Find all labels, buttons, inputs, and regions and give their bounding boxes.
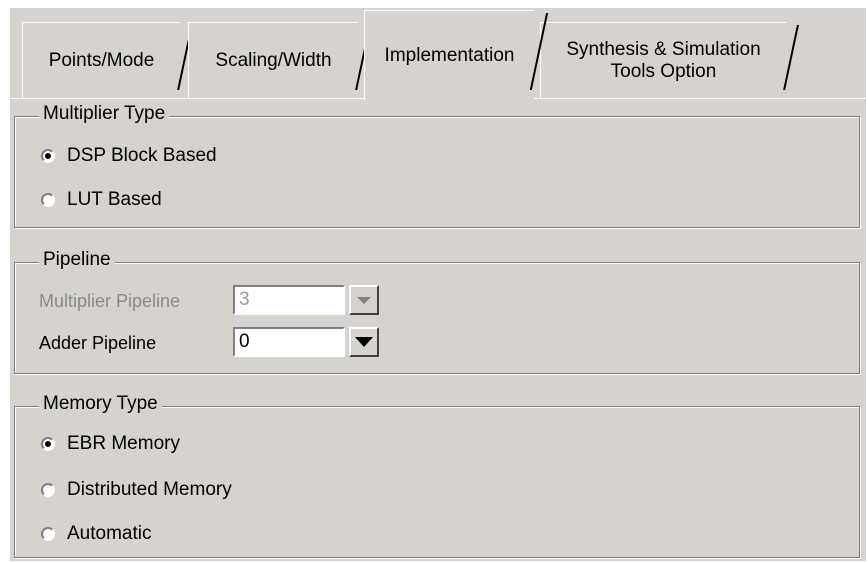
radio-button[interactable] [41, 437, 55, 451]
chevron-down-icon [355, 337, 373, 347]
memory-type-group: Memory Type EBR Memory Distributed Memor… [14, 393, 860, 558]
tab-label: Synthesis & Simulation Tools Option [566, 39, 761, 82]
radio-ebr-memory[interactable]: EBR Memory [41, 433, 180, 455]
radio-label: EBR Memory [67, 433, 180, 454]
tab-label: Implementation [384, 44, 515, 66]
pipeline-legend: Pipeline [39, 249, 115, 271]
radio-label: Automatic [67, 523, 152, 544]
pipeline-group: Pipeline Multiplier Pipeline 3 Adder Pip… [14, 249, 860, 374]
multiplier-pipeline-label: Multiplier Pipeline [39, 291, 181, 311]
tab-strip: Points/Mode Scaling/Width Implementation… [10, 8, 866, 100]
radio-button[interactable] [41, 149, 55, 163]
radio-button[interactable] [41, 483, 55, 497]
radio-button[interactable] [41, 527, 55, 541]
tab-label: Scaling/Width [215, 50, 332, 71]
radio-label: LUT Based [67, 189, 162, 210]
adder-pipeline-label: Adder Pipeline [39, 333, 157, 353]
multiplier-pipeline-select: 3 [233, 285, 345, 315]
radio-automatic[interactable]: Automatic [41, 523, 151, 545]
multiplier-type-group: Multiplier Type DSP Block Based LUT Base… [14, 103, 860, 228]
radio-dsp-block-based[interactable]: DSP Block Based [41, 145, 217, 167]
tab-scaling-width[interactable]: Scaling/Width [188, 22, 371, 99]
adder-pipeline-value: 0 [239, 331, 250, 352]
radio-label: DSP Block Based [67, 145, 217, 166]
radio-button[interactable] [41, 193, 55, 207]
multiplier-pipeline-dropdown-button [349, 285, 379, 315]
options-dialog: Points/Mode Scaling/Width Implementation… [10, 8, 866, 561]
adder-pipeline-dropdown-button[interactable] [349, 327, 379, 357]
radio-lut-based[interactable]: LUT Based [41, 189, 162, 211]
chevron-down-icon [357, 296, 371, 304]
tab-points-mode[interactable]: Points/Mode [22, 22, 193, 99]
tab-implementation[interactable]: Implementation [364, 10, 549, 100]
memory-type-legend: Memory Type [39, 393, 162, 415]
tab-label: Points/Mode [48, 50, 155, 71]
radio-label: Distributed Memory [67, 479, 232, 500]
adder-pipeline-select[interactable]: 0 [233, 327, 345, 357]
tab-synthesis-simulation[interactable]: Synthesis & Simulation Tools Option [540, 22, 799, 99]
multiplier-type-legend: Multiplier Type [39, 103, 170, 125]
radio-distributed-memory[interactable]: Distributed Memory [41, 479, 232, 501]
multiplier-pipeline-value: 3 [239, 289, 250, 310]
